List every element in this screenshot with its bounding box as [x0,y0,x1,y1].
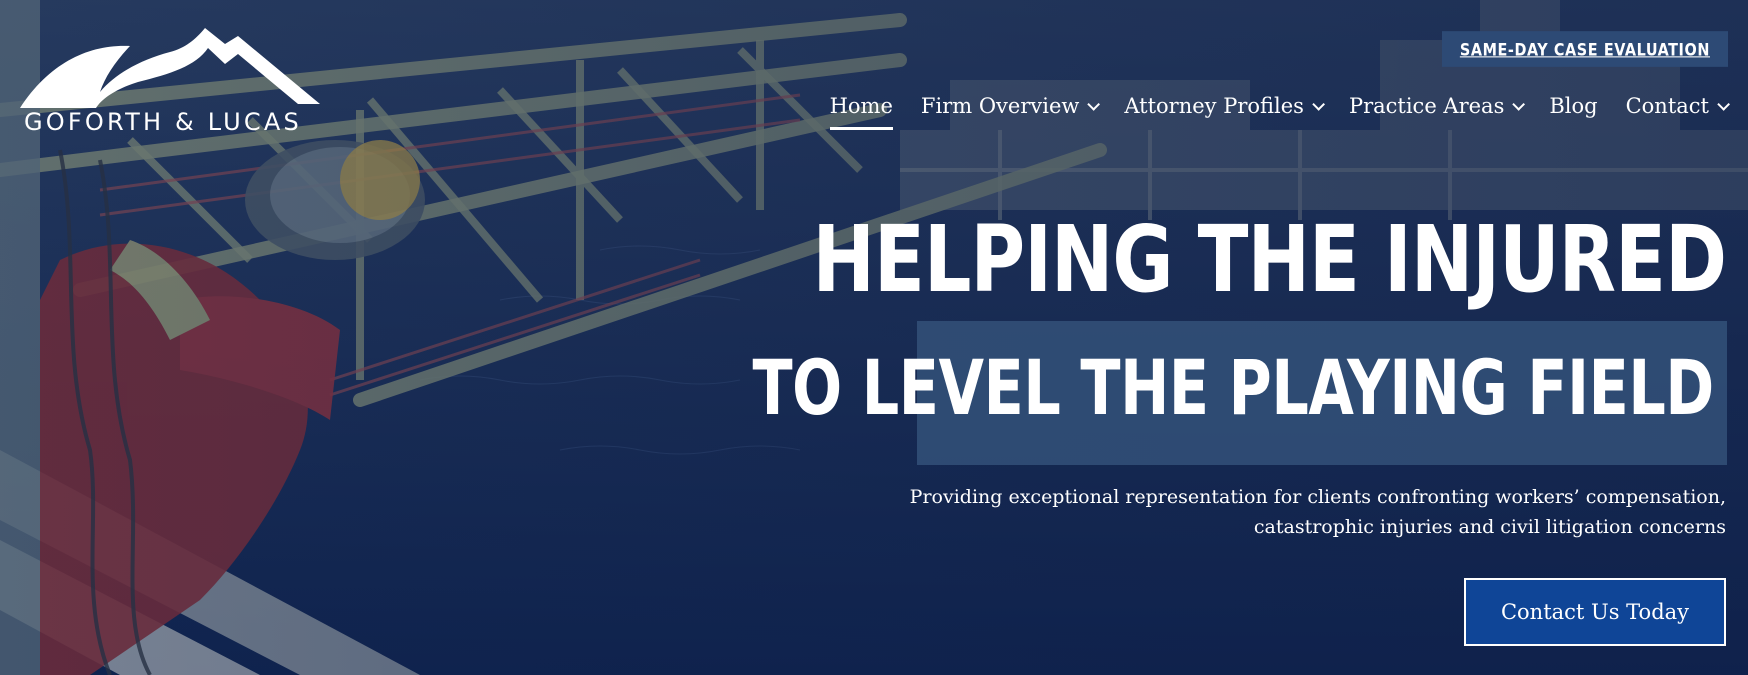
hero-headline: HELPING THE INJURED [812,206,1726,313]
nav-item-blog[interactable]: Blog [1535,84,1611,128]
nav-item-home[interactable]: Home [816,84,907,130]
nav-item-contact[interactable]: Contact [1612,84,1730,128]
nav-item-label: Contact [1625,94,1709,118]
nav-item-label: Blog [1549,94,1598,118]
nav-item-label: Firm Overview [920,94,1080,118]
contact-us-button[interactable]: Contact Us Today [1464,578,1726,646]
hero-subheadline: TO LEVEL THE PLAYING FIELD [752,343,1715,432]
main-nav: Home Firm Overview Attorney Profiles Pra… [816,84,1730,130]
nav-item-label: Home [829,94,893,118]
nav-item-firm-overview[interactable]: Firm Overview [907,84,1110,128]
chevron-down-icon [1312,97,1325,111]
hero-description-line: catastrophic injuries and civil litigati… [1253,516,1726,538]
hero-description: Providing exceptional representation for… [906,482,1726,542]
nav-item-label: Practice Areas [1348,94,1505,118]
hero-description-line: Providing exceptional representation for… [909,486,1726,508]
logo[interactable]: GOFORTH & LUCAS [20,22,332,142]
nav-item-practice-areas[interactable]: Practice Areas [1335,84,1535,128]
nav-item-attorney-profiles[interactable]: Attorney Profiles [1110,84,1335,128]
chevron-down-icon [1512,97,1526,111]
same-day-case-evaluation-link[interactable]: SAME-DAY CASE EVALUATION [1441,31,1728,67]
mountain-logo-icon [20,28,320,108]
logo-wordmark: GOFORTH & LUCAS [24,108,302,136]
chevron-down-icon [1087,97,1101,111]
nav-item-label: Attorney Profiles [1124,94,1304,118]
hero-section: GOFORTH & LUCAS SAME-DAY CASE EVALUATION… [0,0,1748,675]
